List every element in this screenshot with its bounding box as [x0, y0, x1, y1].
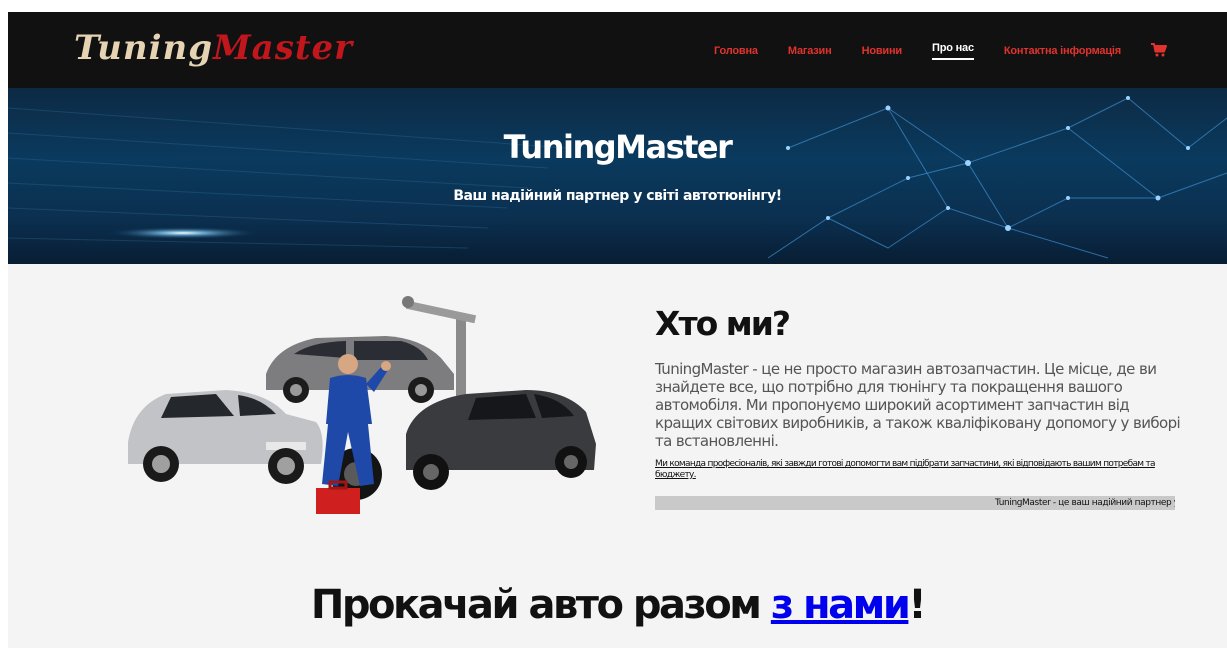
- main-nav: Головна Магазин Новини Про нас Контактна…: [714, 42, 1167, 60]
- logo-part-tuning: Tuning: [74, 28, 214, 68]
- cart-button[interactable]: [1151, 42, 1167, 60]
- logo-part-master: Master: [213, 28, 354, 68]
- about-title: Хто ми?: [655, 304, 791, 343]
- nav-item-shop[interactable]: Магазин: [788, 45, 832, 57]
- cta-prefix: Прокачай авто разом: [310, 582, 771, 628]
- network-background-icon: [8, 96, 1227, 259]
- cart-icon: [1151, 42, 1167, 56]
- navbar: TuningMaster Головна Магазин Новини Про …: [8, 12, 1227, 88]
- page: TuningMaster Головна Магазин Новини Про …: [8, 12, 1227, 648]
- marquee-text: TuningMaster - це ваш надійний партнер у…: [995, 498, 1175, 508]
- hero-subtitle: Ваш надійний партнер у світі автотюнінгу…: [453, 188, 782, 204]
- mechanic-with-cars-image: [128, 296, 596, 514]
- nav-item-contacts[interactable]: Контактна інформація: [1004, 45, 1121, 57]
- marquee-banner: TuningMaster - це ваш надійний партнер у…: [655, 496, 1175, 510]
- cta-link[interactable]: з нами: [771, 582, 911, 628]
- about-text: TuningMaster - це не просто магазин авто…: [655, 360, 1181, 450]
- nav-item-about[interactable]: Про нас: [931, 42, 974, 60]
- cta-suffix: !: [908, 582, 926, 628]
- about-small-text: Ми команда професіоналів, які завжди гот…: [655, 459, 1156, 480]
- hero-title: TuningMaster: [503, 128, 733, 166]
- nav-item-home[interactable]: Головна: [714, 45, 758, 57]
- logo[interactable]: TuningMaster: [74, 28, 353, 68]
- nav-item-news[interactable]: Новини: [862, 45, 903, 57]
- cta-heading: Прокачай авто разом з нами!: [8, 582, 1227, 628]
- hero-banner: TuningMaster Ваш надійний партнер у світ…: [8, 88, 1227, 264]
